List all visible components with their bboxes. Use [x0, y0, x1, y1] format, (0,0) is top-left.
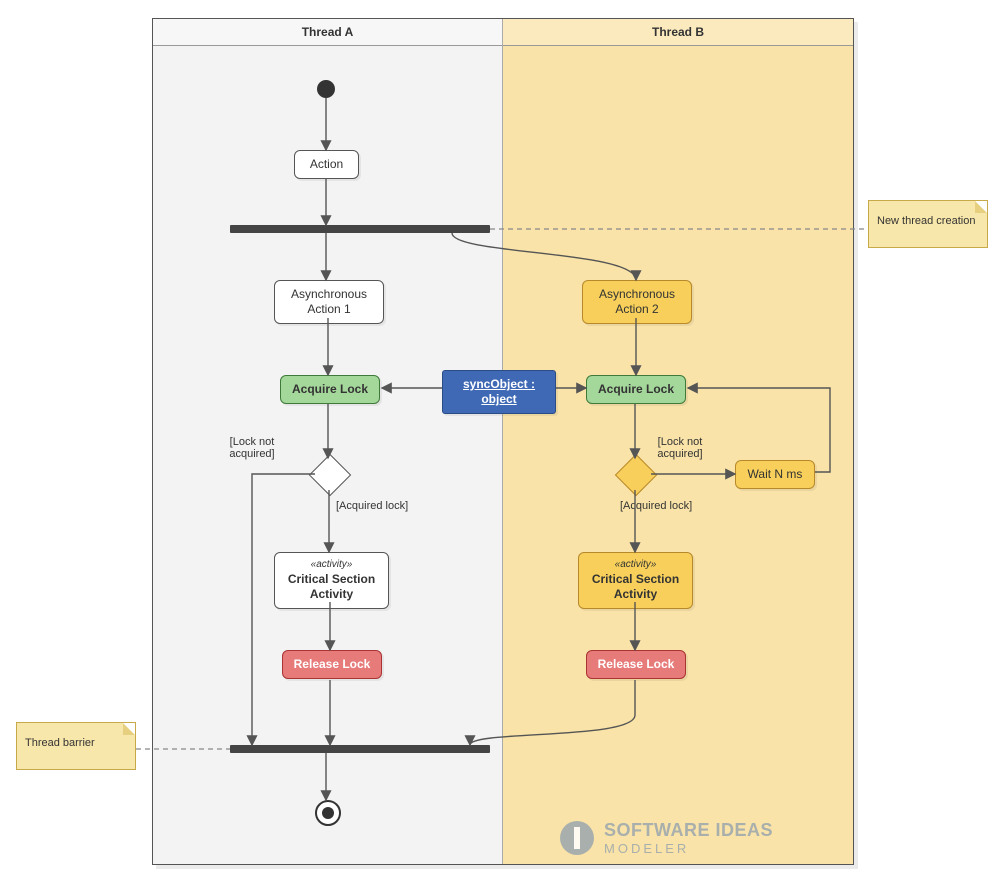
guard-not-acquired-a: [Lock not acquired]	[212, 436, 292, 460]
guard-acquired-a: [Acquired lock]	[336, 500, 408, 512]
stereotype-label-b: «activity»	[589, 559, 682, 572]
node-critical-section-b: «activity» Critical Section Activity	[578, 552, 693, 609]
node-async-action-2: Asynchronous Action 2	[582, 280, 692, 324]
node-release-lock-b: Release Lock	[586, 650, 686, 679]
fork-bar	[230, 225, 490, 233]
watermark-logo: SOFTWARE IDEAS MODELER	[560, 820, 773, 856]
node-sync-object: syncObject : object	[442, 370, 556, 414]
critical-section-label-b: Critical Section Activity	[589, 572, 682, 602]
guard-not-acquired-b: [Lock not acquired]	[640, 436, 720, 460]
lane-header-b: Thread B	[503, 19, 853, 46]
watermark-line1: SOFTWARE IDEAS	[604, 820, 773, 840]
join-bar	[230, 745, 490, 753]
lane-header-a: Thread A	[153, 19, 502, 46]
node-acquire-lock-a: Acquire Lock	[280, 375, 380, 404]
stereotype-label-a: «activity»	[285, 559, 378, 572]
note-thread-barrier: Thread barrier	[16, 722, 136, 770]
node-acquire-lock-b: Acquire Lock	[586, 375, 686, 404]
final-node	[315, 800, 341, 826]
watermark-line2: MODELER	[604, 841, 773, 856]
node-async-action-1: Asynchronous Action 1	[274, 280, 384, 324]
critical-section-label-a: Critical Section Activity	[285, 572, 378, 602]
watermark-icon	[560, 821, 594, 855]
node-wait-n-ms: Wait N ms	[735, 460, 815, 489]
guard-acquired-b: [Acquired lock]	[620, 500, 692, 512]
swimlane-thread-a: Thread A	[153, 19, 503, 864]
note-new-thread: New thread creation	[868, 200, 988, 248]
initial-node	[317, 80, 335, 98]
node-release-lock-a: Release Lock	[282, 650, 382, 679]
node-action: Action	[294, 150, 359, 179]
node-critical-section-a: «activity» Critical Section Activity	[274, 552, 389, 609]
